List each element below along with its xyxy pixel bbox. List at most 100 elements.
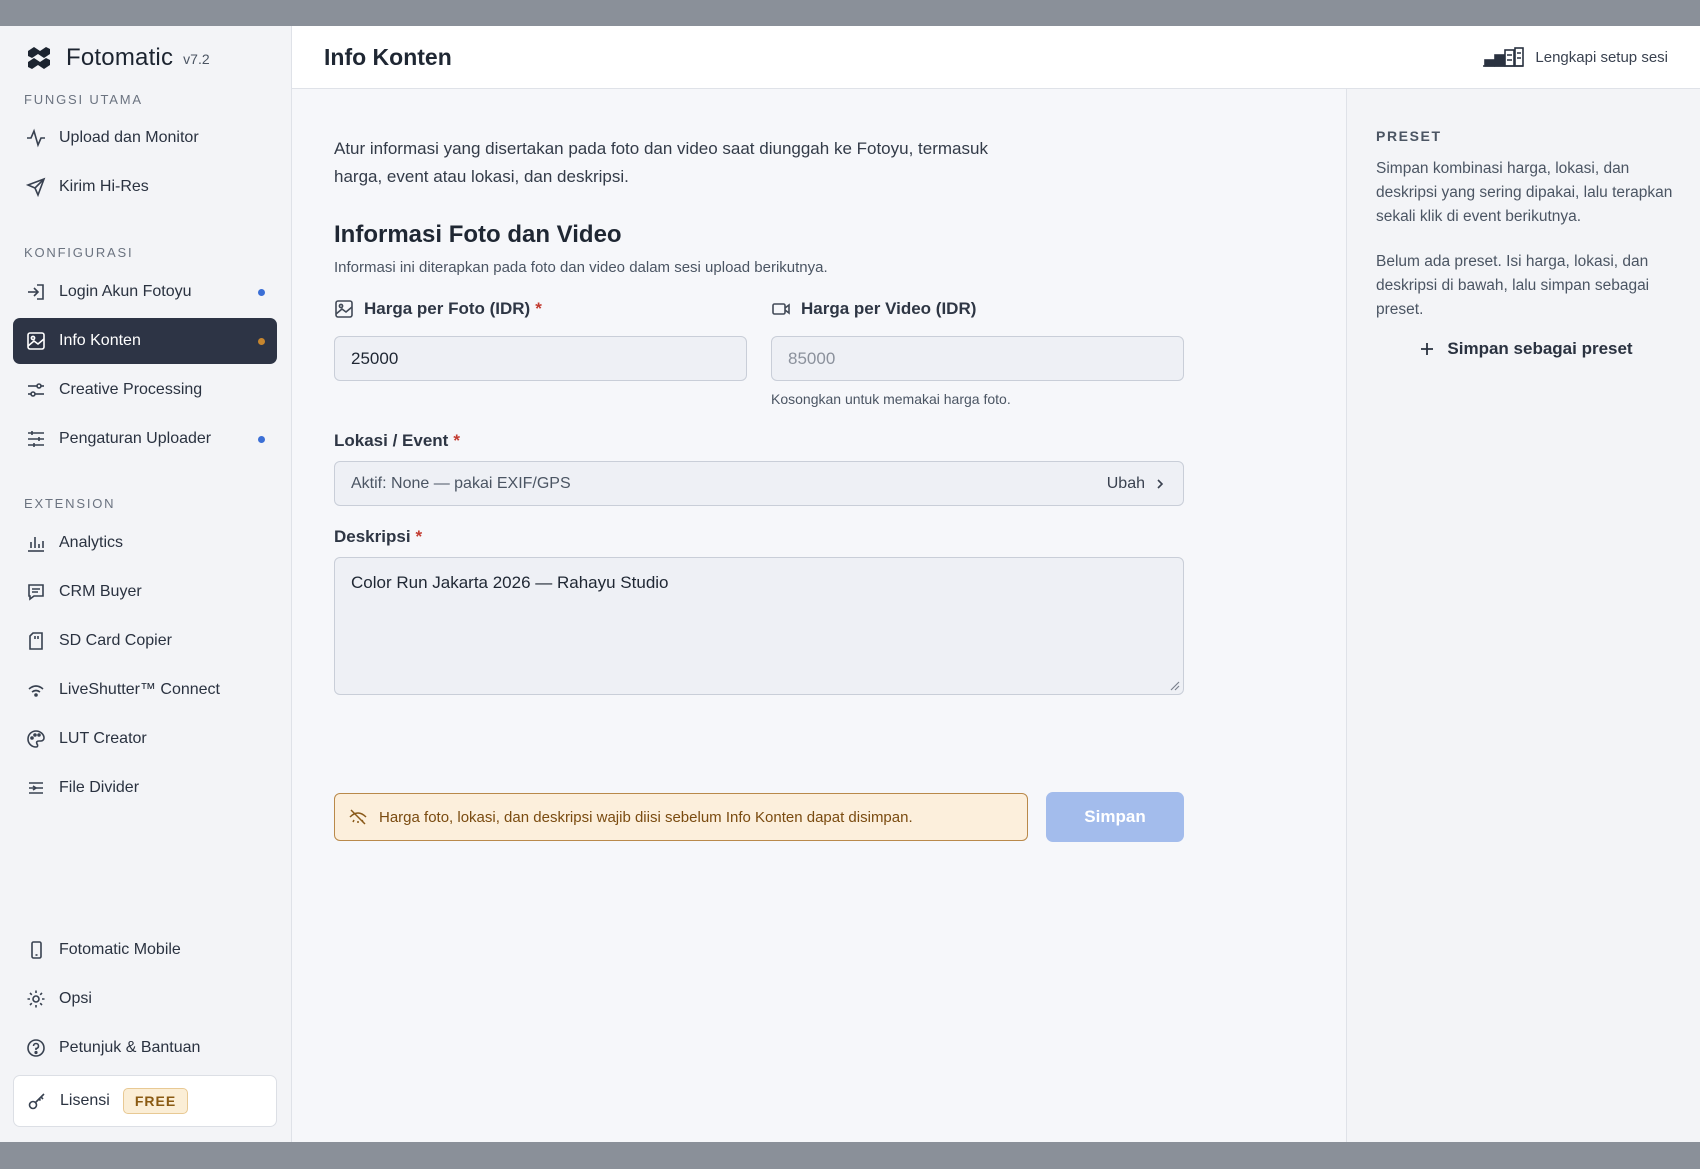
status-dot (258, 289, 265, 296)
activity-icon (25, 127, 47, 149)
sidebar-item-label: LUT Creator (59, 730, 147, 747)
preset-empty-text: Belum ada preset. Isi harga, lokasi, dan… (1376, 253, 1650, 318)
description-label-text: Deskripsi (334, 527, 411, 546)
sidebar-item-analytics[interactable]: Analytics (13, 520, 277, 566)
resize-handle-icon[interactable] (1168, 679, 1180, 691)
description-label: Deskripsi * (334, 527, 422, 547)
video-price-label-text: Harga per Video (IDR) (801, 299, 977, 318)
sidebar-item-hires[interactable]: Kirim Hi-Res (13, 164, 277, 210)
section-title: Informasi Foto dan Video (334, 221, 622, 248)
setup-session-link[interactable]: Lengkapi setup sesi (1481, 46, 1668, 68)
location-label: Lokasi / Event * (334, 431, 460, 451)
app-window: Fotomatic v7.2 FUNGSI UTAMA Upload dan M… (0, 26, 1700, 1142)
sd-card-icon (25, 630, 47, 652)
message-icon (25, 581, 47, 603)
sidebar-item-crm[interactable]: CRM Buyer (13, 569, 277, 615)
video-price-input[interactable]: 85000 (771, 336, 1184, 381)
send-icon (25, 176, 47, 198)
content: Atur informasi yang disertakan pada foto… (292, 89, 1346, 1142)
sidebar-item-label: Petunjuk & Bantuan (59, 1039, 201, 1056)
wifi-icon (25, 679, 47, 701)
sidebar-item-label: Upload dan Monitor (59, 129, 199, 146)
brand: Fotomatic v7.2 (26, 44, 210, 72)
section-subtitle: Informasi ini diterapkan pada foto dan v… (334, 259, 828, 276)
section-label-config: KONFIGURASI (24, 245, 134, 260)
sidebar-item-help[interactable]: Petunjuk & Bantuan (13, 1025, 277, 1071)
warning-text: Harga foto, lokasi, dan deskripsi wajib … (379, 808, 913, 826)
status-dot (258, 338, 265, 345)
sidebar-item-label: LiveShutter™ Connect (59, 681, 220, 698)
description-value: Color Run Jakarta 2026 — Rahayu Studio (351, 573, 669, 592)
preset-panel: PRESET Simpan kombinasi harga, lokasi, d… (1346, 89, 1700, 1142)
sidebar-item-label: Opsi (59, 990, 92, 1007)
video-price-hint: Kosongkan untuk memakai harga foto. (771, 391, 1011, 407)
video-icon (772, 303, 790, 315)
topbar: Info Konten Lengkapi setup sesi (292, 26, 1700, 89)
sidebar-item-divider[interactable]: File Divider (13, 765, 277, 811)
save-preset-label: Simpan sebagai preset (1447, 339, 1633, 358)
key-icon (26, 1090, 48, 1112)
photo-price-input[interactable]: 25000 (334, 336, 747, 381)
sidebar-item-mobile[interactable]: Fotomatic Mobile (13, 927, 277, 973)
file-divider-icon (25, 777, 47, 799)
section-label-main: FUNGSI UTAMA (24, 92, 143, 107)
sidebar-item-info-konten[interactable]: Info Konten (13, 318, 277, 364)
chevron-right-icon (1157, 478, 1164, 489)
preset-title: PRESET (1376, 128, 1442, 144)
sidebar-item-upload[interactable]: Upload dan Monitor (13, 115, 277, 161)
sidebar-item-creative[interactable]: Creative Processing (13, 367, 277, 413)
license-button[interactable]: Lisensi FREE (13, 1075, 277, 1127)
settings-sliders-icon (25, 428, 47, 450)
required-mark: * (535, 299, 542, 318)
sidebar-item-sdcard[interactable]: SD Card Copier (13, 618, 277, 664)
preset-description: Simpan kombinasi harga, lokasi, dan desk… (1376, 160, 1673, 225)
body-row: Atur informasi yang disertakan pada foto… (292, 89, 1700, 1142)
section-label-extension: EXTENSION (24, 496, 116, 511)
intro-text: Atur informasi yang disertakan pada foto… (334, 139, 988, 186)
location-change-button[interactable]: Ubah (1107, 475, 1167, 493)
sidebar-item-uploader[interactable]: Pengaturan Uploader (13, 416, 277, 462)
sliders-icon (25, 379, 47, 401)
save-button[interactable]: Simpan (1046, 792, 1184, 842)
sidebar-item-label: Fotomatic Mobile (59, 941, 181, 958)
palette-icon (25, 728, 47, 750)
location-value: Aktif: None — pakai EXIF/GPS (351, 474, 571, 492)
description-textarea[interactable]: Color Run Jakarta 2026 — Rahayu Studio (334, 557, 1184, 695)
login-icon (25, 281, 47, 303)
app-name: Fotomatic (66, 44, 174, 71)
progress-steps-icon (1483, 47, 1525, 67)
photo-price-label: Harga per Foto (IDR) * (334, 299, 542, 319)
sidebar-item-label: SD Card Copier (59, 632, 172, 649)
sidebar-item-liveshutter[interactable]: LiveShutter™ Connect (13, 667, 277, 713)
sidebar-item-login[interactable]: Login Akun Fotoyu (13, 269, 277, 315)
eye-off-icon (349, 809, 367, 825)
sidebar-item-lut[interactable]: LUT Creator (13, 716, 277, 762)
photo-price-label-text: Harga per Foto (IDR) (364, 299, 531, 318)
main-area: Info Konten Lengkapi setup sesi Atur inf… (292, 26, 1700, 1142)
smartphone-icon (25, 939, 47, 961)
page-title: Info Konten (324, 43, 452, 70)
help-circle-icon (25, 1037, 47, 1059)
license-badge: FREE (122, 1088, 189, 1114)
required-mark: * (415, 527, 423, 546)
location-selector[interactable]: Aktif: None — pakai EXIF/GPS Ubah (334, 461, 1184, 506)
status-dot (258, 436, 265, 443)
sidebar-item-label: Info Konten (59, 332, 141, 349)
gear-icon (25, 988, 47, 1010)
sidebar-item-label: Kirim Hi-Res (59, 178, 149, 195)
sidebar-item-options[interactable]: Opsi (13, 976, 277, 1022)
image-icon (25, 330, 47, 352)
bar-chart-icon (25, 532, 47, 554)
sidebar-item-label: Analytics (59, 534, 124, 551)
sidebar-item-label: File Divider (59, 779, 140, 796)
sidebar-item-label: CRM Buyer (59, 583, 142, 600)
setup-session-label: Lengkapi setup sesi (1535, 48, 1668, 66)
plus-icon (1421, 343, 1434, 355)
location-label-text: Lokasi / Event (334, 431, 449, 450)
sidebar-item-label: Login Akun Fotoyu (59, 283, 192, 300)
save-preset-button[interactable]: Simpan sebagai preset (1376, 329, 1676, 369)
sidebar-item-label: Pengaturan Uploader (59, 430, 212, 447)
license-label: Lisensi (60, 1092, 110, 1109)
app-version: v7.2 (183, 51, 210, 67)
warning-banner: Harga foto, lokasi, dan deskripsi wajib … (334, 793, 1028, 841)
